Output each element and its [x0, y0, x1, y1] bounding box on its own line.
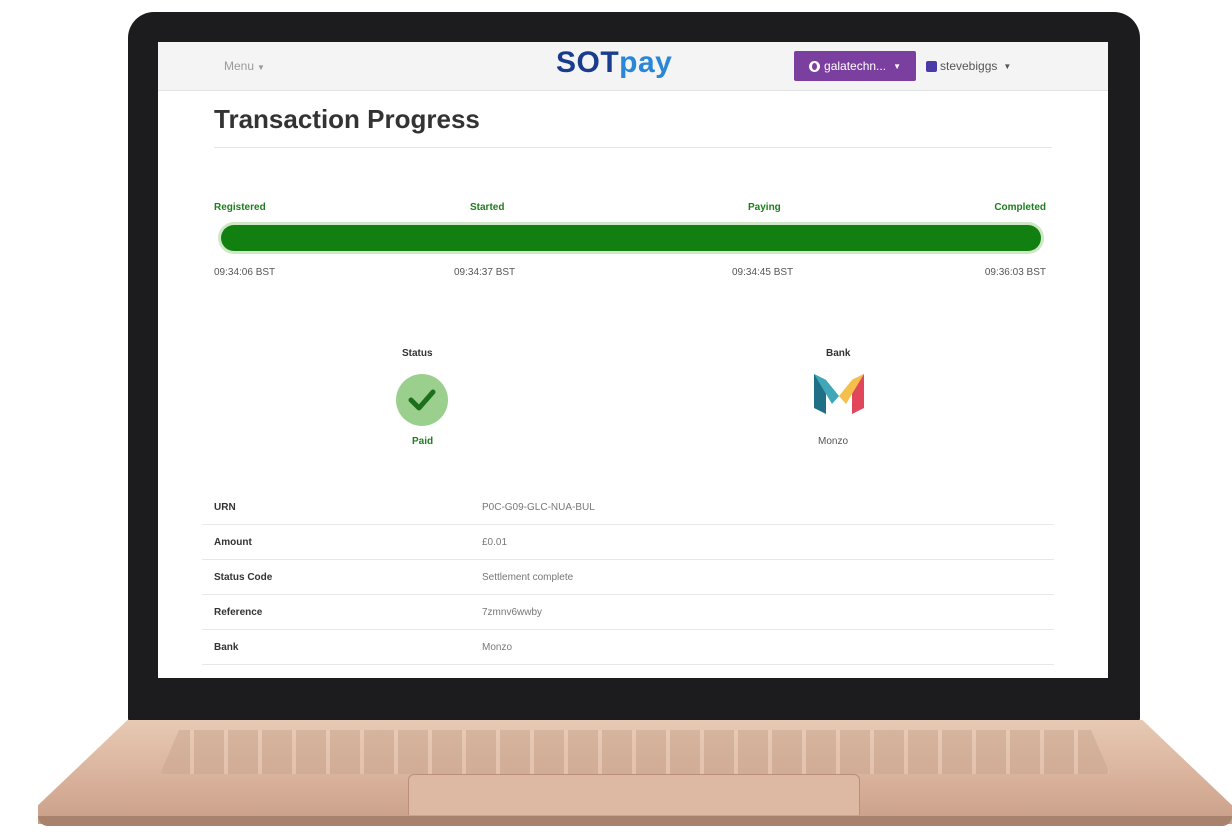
- stage-label-registered: Registered: [214, 202, 266, 213]
- caret-down-icon: ▼: [893, 61, 901, 71]
- stage-time-paying: 09:34:45 BST: [732, 267, 794, 278]
- table-row: Amount £0.01: [202, 524, 1054, 560]
- laptop-keyboard: [160, 730, 1110, 774]
- detail-value: 7zmnv6wwby: [482, 594, 1054, 630]
- table-row: Bank Monzo: [202, 629, 1054, 665]
- progress-bar-fill: [221, 225, 1041, 251]
- status-value: Paid: [412, 436, 434, 447]
- menu-button[interactable]: Menu ▼: [224, 59, 265, 73]
- logo-text-pay: pay: [619, 46, 673, 79]
- stage-label-paying: Paying: [748, 202, 781, 213]
- detail-value: P0C-G09-GLC-NUA-BUL: [482, 490, 1054, 525]
- globe-icon: [809, 60, 821, 72]
- detail-key: Reference: [202, 594, 482, 630]
- detail-value: Monzo: [482, 629, 1054, 665]
- navbar: Menu ▼ SOTpay galatechn... ▼ stevebiggs ▼: [158, 42, 1108, 91]
- title-divider: [214, 147, 1052, 148]
- laptop-trackpad: [408, 774, 860, 815]
- detail-key: Bank: [202, 629, 482, 665]
- progress-bar: [218, 222, 1044, 254]
- monzo-logo-icon: [814, 374, 864, 414]
- stage-time-started: 09:34:37 BST: [454, 267, 516, 278]
- detail-key: URN: [202, 490, 482, 525]
- transaction-details-table: URN P0C-G09-GLC-NUA-BUL Amount £0.01 Sta…: [202, 490, 1054, 665]
- sotpay-logo[interactable]: SOTpay: [556, 46, 672, 80]
- user-menu-button[interactable]: stevebiggs ▼: [926, 59, 1011, 73]
- laptop-screen: Menu ▼ SOTpay galatechn... ▼ stevebiggs ▼…: [158, 42, 1108, 678]
- menu-label: Menu: [224, 59, 255, 73]
- table-row: URN P0C-G09-GLC-NUA-BUL: [202, 490, 1054, 525]
- page-title: Transaction Progress: [214, 104, 480, 134]
- table-row: Reference 7zmnv6wwby: [202, 594, 1054, 630]
- bank-value: Monzo: [818, 436, 849, 447]
- organisation-label: galatechn...: [824, 59, 887, 73]
- detail-value: Settlement complete: [482, 559, 1054, 595]
- status-heading: Status: [402, 348, 433, 359]
- stage-time-completed: 09:36:03 BST: [984, 267, 1046, 278]
- table-row: Status Code Settlement complete: [202, 559, 1054, 595]
- bank-heading: Bank: [826, 348, 851, 359]
- user-icon: [926, 60, 937, 72]
- check-circle-icon: [396, 374, 448, 426]
- stage-label-started: Started: [470, 202, 505, 213]
- caret-down-icon: ▼: [257, 63, 265, 72]
- user-label: stevebiggs: [940, 59, 998, 73]
- caret-down-icon: ▼: [1003, 61, 1012, 71]
- logo-text-sot: SOT: [556, 46, 620, 79]
- detail-value: £0.01: [482, 524, 1054, 560]
- organisation-button[interactable]: galatechn... ▼: [794, 51, 916, 81]
- stage-label-completed: Completed: [994, 202, 1046, 213]
- stage-time-registered: 09:34:06 BST: [214, 267, 276, 278]
- laptop-base-edge: [38, 816, 1232, 826]
- detail-key: Amount: [202, 524, 482, 560]
- detail-key: Status Code: [202, 559, 482, 595]
